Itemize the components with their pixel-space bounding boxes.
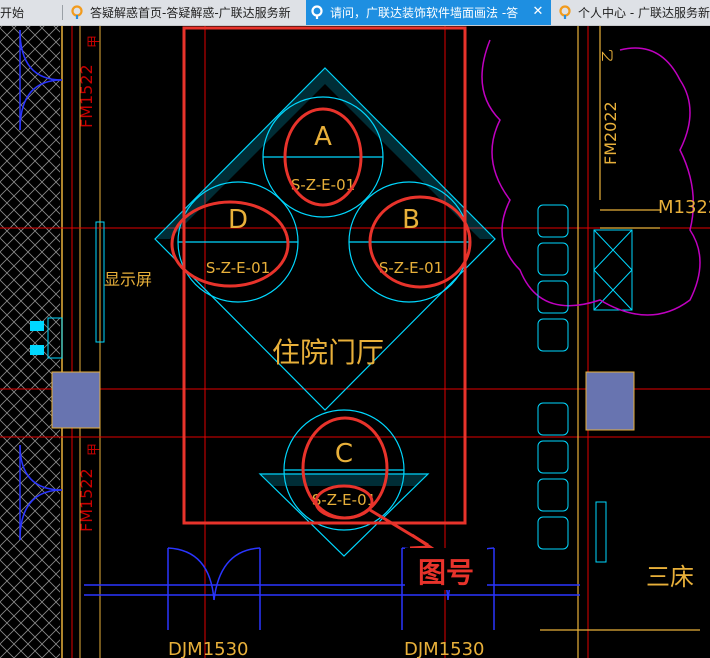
hatched-wall-left [0, 26, 60, 658]
door-label-m1322: M1322 [658, 197, 710, 218]
waiting-chairs-top [537, 204, 569, 352]
side-panel [595, 501, 607, 563]
door-label-djm1530-right: DJM1530 [404, 639, 485, 658]
index-code-a: S-Z-E-01 [291, 176, 355, 194]
room-label-hall: 住院门厅 [272, 336, 384, 369]
equipment-box [593, 229, 633, 311]
column-block-right [585, 371, 635, 431]
index-letter-c: C [335, 439, 353, 469]
equipment-box-cross [593, 229, 633, 311]
site-favicon-icon [71, 4, 83, 19]
site-favicon-icon [311, 4, 323, 19]
site-favicon-icon [559, 4, 571, 19]
index-code-d: S-Z-E-01 [206, 259, 270, 277]
tab-personal-center[interactable]: 个人中心 - 广联达服务新 [554, 0, 710, 25]
door-label-fm1522-top: FM1522 [77, 64, 96, 128]
tab-start[interactable]: 开始 [0, 0, 60, 25]
wall-light-marker [30, 345, 44, 355]
index-code-b: S-Z-E-01 [379, 259, 443, 277]
tab-separator [62, 5, 63, 20]
index-letter-b: B [402, 205, 420, 235]
plant-outline [481, 39, 701, 316]
tab-faq-home-label: 答疑解惑首页-答疑解惑-广联达服务新 [90, 6, 291, 20]
tab-question-wall-label: 请问，广联达装饰软件墙面画法 -答 [330, 6, 519, 20]
display-screen-label: 显示屏 [104, 270, 152, 289]
door-label-fm1522-bottom: FM1522 [77, 468, 96, 532]
door-swing-bottom [84, 547, 580, 630]
cad-drawing-canvas[interactable]: FM1522 FM1522 甲 甲 显示屏 FM2022 乙 M1322 三床 … [0, 26, 710, 658]
column-block-left [51, 371, 101, 429]
door-mark: 甲 [87, 443, 102, 456]
tab-question-wall[interactable]: 请问，广联达装饰软件墙面画法 -答 ✕ [306, 0, 551, 25]
bed-room-label: 三床 [646, 563, 694, 591]
door-mark: 甲 [87, 35, 102, 48]
door-label-fm2022: FM2022 [601, 101, 620, 165]
index-letter-d: D [228, 205, 248, 235]
wall-light-marker [30, 321, 44, 331]
tab-personal-center-label: 个人中心 - 广联达服务新 [578, 6, 710, 20]
index-letter-a: A [314, 122, 332, 152]
browser-tab-bar: 开始 答疑解惑首页-答疑解惑-广联达服务新 请问，广联达装饰软件墙面画法 -答 … [0, 0, 710, 26]
door-label-djm1530-left: DJM1530 [168, 639, 249, 658]
waiting-chairs-bottom [537, 402, 569, 550]
tab-close-icon[interactable]: ✕ [531, 4, 545, 20]
door-mark: 乙 [601, 49, 616, 62]
tab-start-label: 开始 [0, 6, 25, 20]
annotation-figure-number: 图号 [418, 556, 474, 589]
tab-faq-home[interactable]: 答疑解惑首页-答疑解惑-广联达服务新 [66, 0, 302, 25]
